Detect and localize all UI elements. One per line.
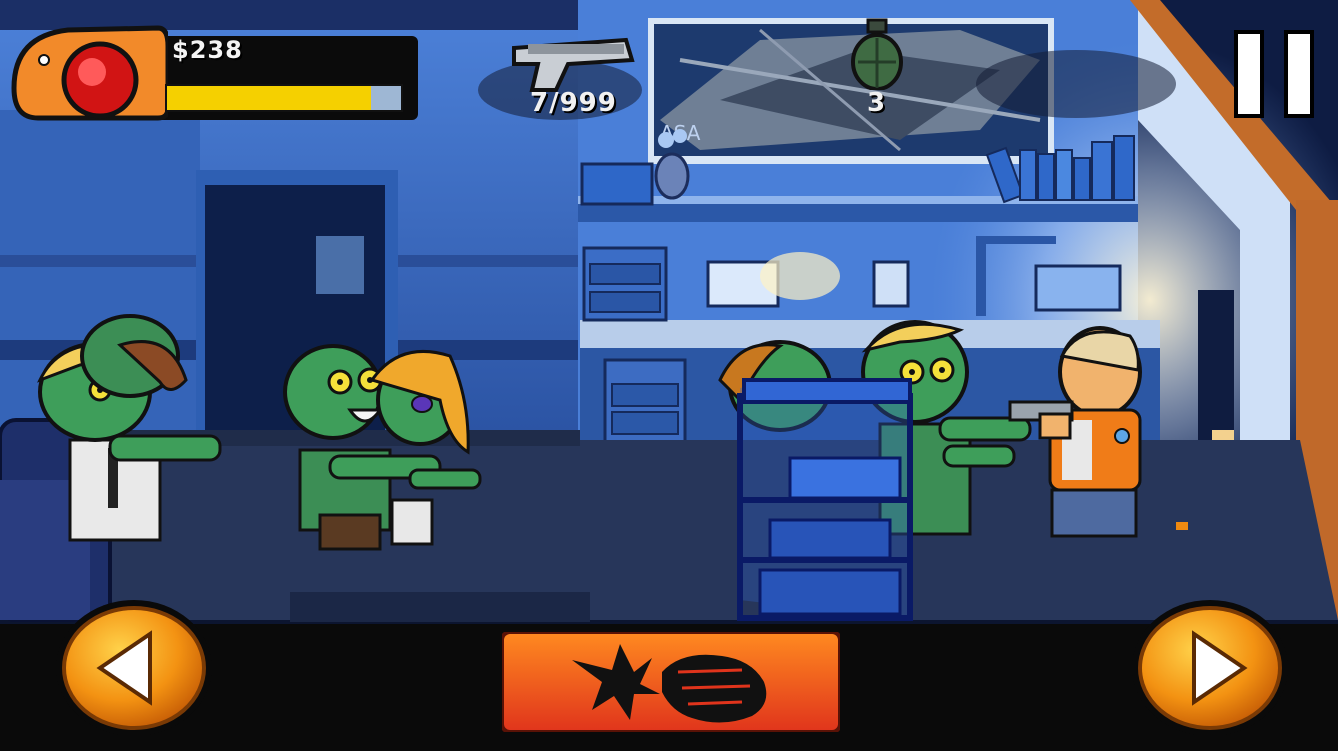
ammo-counter: 7/999 — [530, 88, 617, 118]
attack-button[interactable] — [500, 630, 842, 734]
vase — [654, 129, 690, 200]
punch-fist-icon — [500, 630, 842, 734]
blue-shelf-cart — [737, 378, 913, 621]
grenade-icon — [848, 18, 906, 91]
move-left-icon — [56, 600, 212, 736]
move-right-icon — [1132, 600, 1288, 736]
move-right-button[interactable] — [1130, 598, 1290, 738]
health-bar-fill — [167, 86, 371, 110]
health-bar — [165, 84, 403, 112]
pause-icon — [1234, 30, 1264, 118]
pause-icon — [1284, 30, 1314, 118]
pause-button[interactable] — [1232, 30, 1318, 122]
money-counter: $238 — [172, 36, 243, 64]
pistol-icon — [508, 30, 636, 94]
move-left-button[interactable] — [54, 598, 214, 738]
siren-icon — [11, 25, 171, 121]
health-badge — [8, 18, 171, 122]
grenade-counter: 3 — [867, 88, 887, 118]
